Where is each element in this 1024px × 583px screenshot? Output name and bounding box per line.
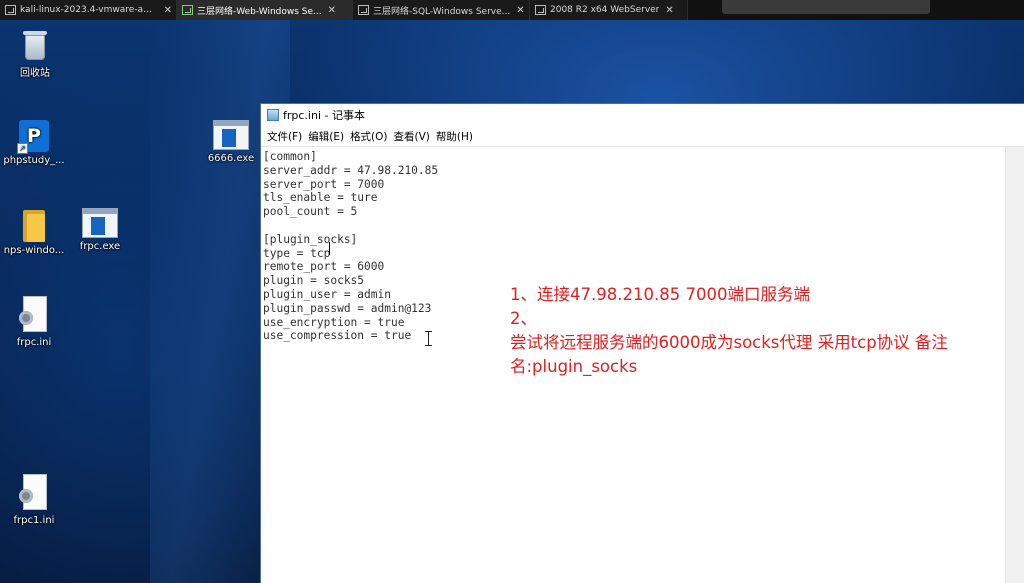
annotation-note: 1、连接47.98.210.85 7000端口服务端 2、 尝试将远程服务端的6… <box>510 283 1010 379</box>
icon-label: frpc1.ini <box>13 515 55 526</box>
window-title: frpc.ini - 记事本 <box>283 109 365 122</box>
config-file-icon <box>19 296 49 334</box>
ibeam-cursor-icon <box>425 331 432 346</box>
icon-label: 6666.exe <box>207 153 255 164</box>
tab-web-windows[interactable]: 三层网络-Web-Windows Se... ✕ <box>177 0 353 20</box>
tab-label: 三层网络-Web-Windows Se... <box>197 6 322 17</box>
title-bar[interactable]: frpc.ini - 记事本 <box>261 104 1024 126</box>
tab-kali-linux[interactable]: kali-linux-2023.4-vmware-am... ✕ <box>0 0 177 20</box>
tab-label: kali-linux-2023.4-vmware-am... <box>20 5 158 15</box>
annotation-line-3: 尝试将远程服务端的6000成为socks代理 采用tcp协议 备注名:plugi… <box>510 333 948 376</box>
menu-edit[interactable]: 编辑(E) <box>305 129 347 144</box>
annotation-line-2: 2、 <box>510 309 537 328</box>
exe-icon <box>82 208 118 238</box>
frpc1-ini-shortcut[interactable]: frpc1.ini <box>1 474 67 526</box>
close-icon[interactable]: ✕ <box>665 5 673 16</box>
close-icon[interactable]: ✕ <box>164 5 172 16</box>
text-caret <box>329 242 330 255</box>
recycle-bin-icon <box>20 27 50 61</box>
tab-label: 2008 R2 x64 WebServer <box>550 5 660 15</box>
menu-format[interactable]: 格式(O) <box>347 129 390 144</box>
menu-view[interactable]: 查看(V) <box>391 129 433 144</box>
icon-label: nps-windo... <box>3 245 65 256</box>
frpc-exe-shortcut[interactable]: frpc.exe <box>67 208 133 252</box>
menu-bar: 文件(F) 编辑(E) 格式(O) 查看(V) 帮助(H) <box>261 126 1024 147</box>
icon-label: phpstudy_... <box>3 155 65 166</box>
vm-icon <box>358 5 369 15</box>
close-icon[interactable]: ✕ <box>328 5 336 16</box>
close-icon[interactable]: ✕ <box>516 5 524 16</box>
recycle-bin-shortcut[interactable]: 回收站 <box>2 27 68 79</box>
tab-webserver[interactable]: 2008 R2 x64 WebServer ✕ <box>530 0 688 20</box>
config-file-icon <box>19 474 49 512</box>
icon-label: frpc.ini <box>16 337 52 348</box>
vm-icon <box>182 5 193 15</box>
nps-folder-shortcut[interactable]: nps-windo... <box>1 208 67 256</box>
phpstudy-shortcut[interactable]: P ↗ phpstudy_... <box>1 120 67 166</box>
tab-label: 三层网络-SQL-Windows Serve... <box>373 6 511 17</box>
notepad-icon <box>267 109 279 121</box>
annotation-line-1: 1、连接47.98.210.85 7000端口服务端 <box>510 285 810 304</box>
menu-file[interactable]: 文件(F) <box>264 129 305 144</box>
exe-icon <box>213 120 249 150</box>
folder-icon <box>21 208 47 242</box>
exe-6666-shortcut[interactable]: 6666.exe <box>198 120 264 164</box>
icon-label: frpc.exe <box>79 241 121 252</box>
phpstudy-icon: P ↗ <box>17 120 49 154</box>
tab-sql-windows[interactable]: 三层网络-SQL-Windows Serve... ✕ <box>353 0 530 20</box>
vm-icon <box>535 5 546 15</box>
vm-icon <box>5 5 16 15</box>
frpc-ini-shortcut[interactable]: frpc.ini <box>1 296 67 348</box>
icon-label: 回收站 <box>20 68 50 79</box>
menu-help[interactable]: 帮助(H) <box>433 129 476 144</box>
vm-tab-bar: kali-linux-2023.4-vmware-am... ✕ 三层网络-We… <box>0 0 1024 20</box>
vm-toolbar-overlay <box>722 0 930 14</box>
